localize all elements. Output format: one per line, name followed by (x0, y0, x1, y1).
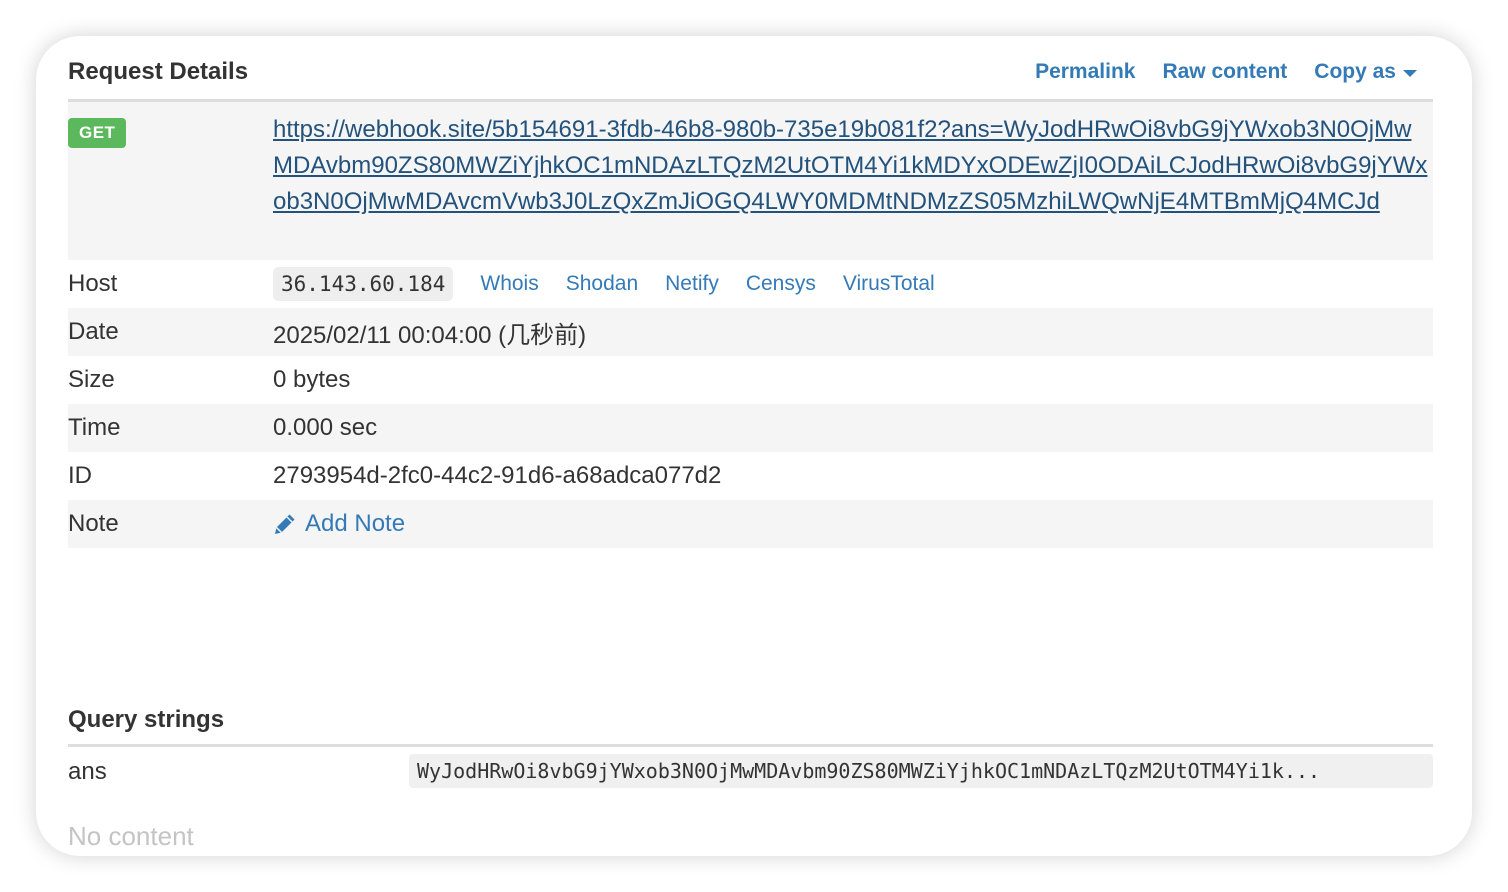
id-row: ID 2793954d-2fc0-44c2-91d6-a68adca077d2 (68, 452, 1433, 500)
request-details-header: Request Details Permalink Raw content Co… (68, 58, 1433, 86)
query-value: WyJodHRwOi8vbG9jYWxob3N0OjMwMDAvbm90ZS80… (409, 754, 1433, 788)
header-actions: Permalink Raw content Copy as (1035, 60, 1433, 84)
section-title: Request Details (68, 58, 249, 85)
host-label: Host (68, 270, 118, 297)
virustotal-link[interactable]: VirusTotal (843, 272, 935, 296)
host-value: 36.143.60.184 Whois Shodan Netify Censys… (273, 267, 935, 301)
size-row: Size 0 bytes (68, 356, 1433, 404)
query-strings-title: Query strings (68, 706, 225, 733)
pencil-icon (275, 514, 295, 534)
raw-content-link[interactable]: Raw content (1162, 60, 1287, 84)
query-key: ans (68, 758, 107, 785)
host-row: Host 36.143.60.184 Whois Shodan Netify C… (68, 260, 1433, 308)
date-value: 2025/02/11 00:04:00 (几秒前) (273, 321, 587, 349)
time-label: Time (68, 414, 121, 441)
censys-link[interactable]: Censys (746, 272, 816, 296)
date-label: Date (68, 318, 119, 345)
time-value: 0.000 sec (273, 414, 378, 441)
netify-link[interactable]: Netify (665, 272, 719, 296)
query-strings-header: Query strings (68, 706, 1433, 734)
host-ip: 36.143.60.184 (273, 267, 454, 301)
query-string-row: ans WyJodHRwOi8vbG9jYWxob3N0OjMwMDAvbm90… (68, 748, 1433, 796)
copy-as-label: Copy as (1314, 60, 1396, 83)
shodan-link[interactable]: Shodan (566, 272, 638, 296)
whois-link[interactable]: Whois (480, 272, 538, 296)
id-label: ID (68, 462, 92, 489)
date-row: Date 2025/02/11 00:04:00 (几秒前) (68, 308, 1433, 356)
url-row: GET https://webhook.site/5b154691-3fdb-4… (68, 102, 1433, 260)
add-note-label: Add Note (305, 510, 406, 537)
time-row: Time 0.000 sec (68, 404, 1433, 452)
permalink-link[interactable]: Permalink (1035, 60, 1135, 84)
method-badge: GET (68, 118, 127, 148)
request-url-link[interactable]: https://webhook.site/5b154691-3fdb-46b8-… (273, 112, 1428, 220)
request-details-panel: Request Details Permalink Raw content Co… (36, 36, 1472, 856)
add-note-button[interactable]: Add Note (273, 510, 405, 538)
size-value: 0 bytes (273, 366, 351, 393)
id-value: 2793954d-2fc0-44c2-91d6-a68adca077d2 (273, 462, 722, 489)
no-content-text: No content (68, 821, 194, 851)
note-row: Note Add Note (68, 500, 1433, 548)
size-label: Size (68, 366, 115, 393)
copy-as-dropdown[interactable]: Copy as (1314, 60, 1417, 84)
query-strings-divider (68, 744, 1433, 747)
host-lookup-links: Whois Shodan Netify Censys VirusTotal (480, 272, 934, 296)
note-label: Note (68, 510, 119, 537)
chevron-down-icon (1403, 70, 1417, 77)
